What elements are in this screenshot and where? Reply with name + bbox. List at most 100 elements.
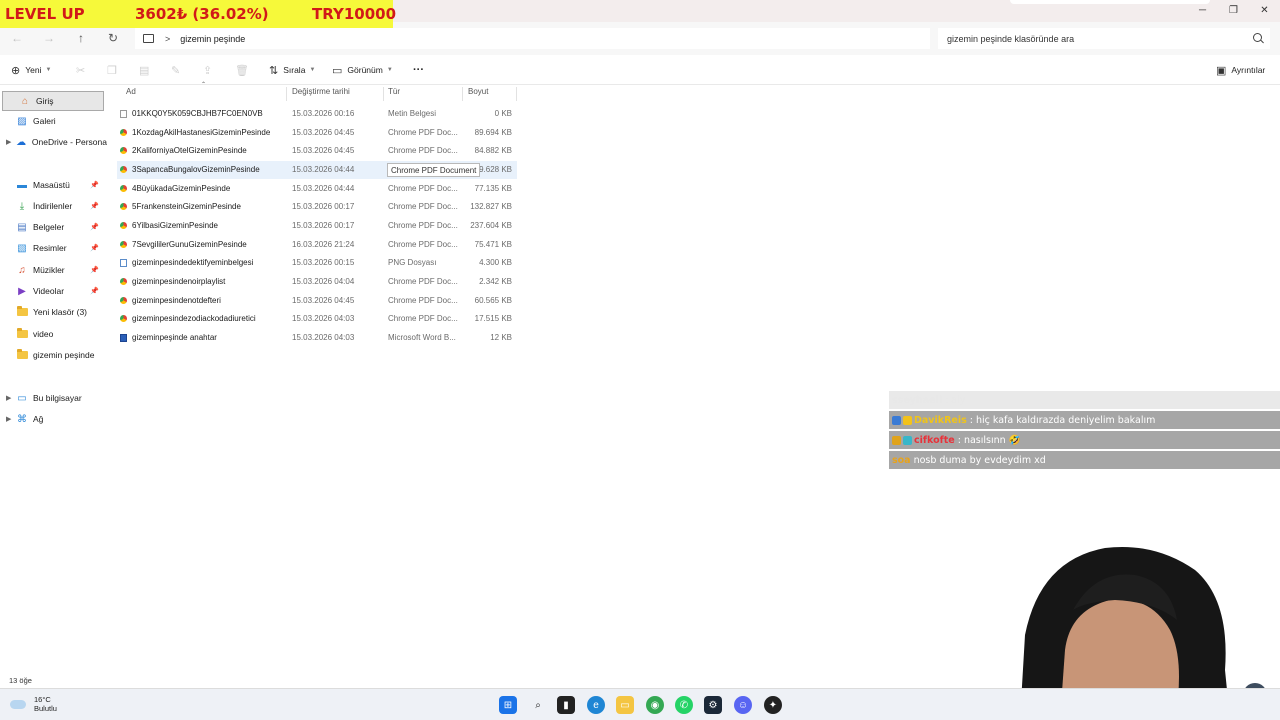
sidebar-item-label: Belgeler — [33, 222, 65, 232]
sidebar-item-new-folder-3[interactable]: Yeni klasör (3) — [0, 302, 107, 322]
sidebar-item-gallery[interactable]: ▨ Galeri — [0, 111, 107, 131]
file-row[interactable]: 01KKQ0Y5K059CBJHB7FC0EN0VB 15.03.2026 00:… — [117, 105, 517, 123]
file-name: 2KaliforniyaOtelGizeminPesinde — [132, 146, 247, 155]
file-row[interactable]: 5FrankensteinGizeminPesinde 15.03.2026 00… — [117, 198, 517, 216]
share-icon[interactable]: ⇪ — [203, 63, 212, 77]
chat-message: sseyhaell : aly — [889, 391, 1280, 409]
search-icon[interactable]: ⌕ — [529, 696, 547, 714]
sidebar-item-home[interactable]: ⌂ Giriş — [2, 91, 104, 111]
chat-text: : hiç kafa kaldırazda deniyelim bakalım — [969, 414, 1156, 426]
chat-username: sseyhaell — [892, 394, 943, 406]
maximize-button[interactable]: ❐ — [1218, 0, 1249, 20]
file-row[interactable]: gizeminpesindedektifyeminbelgesi 15.03.20… — [117, 254, 517, 272]
sidebar-item-desktop[interactable]: ▬ Masaüstü 📌 — [0, 175, 107, 195]
sidebar-item-network[interactable]: ▶ ⌘ Ağ — [0, 409, 107, 429]
refresh-button[interactable]: ↻ — [105, 30, 121, 46]
back-button[interactable]: ← — [9, 30, 25, 46]
new-button[interactable]: ⊕ Yeni ▼ — [11, 63, 51, 77]
sidebar-item-this-pc[interactable]: ▶ ▭ Bu bilgisayar — [0, 388, 107, 408]
column-divider[interactable] — [462, 87, 463, 101]
expand-chevron-icon[interactable]: ▶ — [6, 415, 16, 423]
stream-goal-banner: LEVEL UP 3602₺ (36.02%) TRY10000 — [0, 0, 396, 28]
sidebar-item-pictures[interactable]: ▧ Resimler 📌 — [0, 238, 107, 258]
column-header-modified[interactable]: Değiştirme tarihi — [292, 87, 350, 101]
file-date: 15.03.2026 04:44 — [292, 184, 355, 193]
sidebar-item-music[interactable]: ♫ Müzikler 📌 — [0, 260, 107, 280]
column-divider[interactable] — [286, 87, 287, 101]
column-divider[interactable] — [516, 87, 517, 101]
column-header-name[interactable]: Ad — [126, 87, 136, 101]
view-label: Görünüm — [347, 65, 383, 75]
navigation-pane: ⌂ Giriş ▨ Galeri ▶ ☁ OneDrive - Persona … — [0, 86, 107, 671]
sidebar-item-gizemin-pesinde[interactable]: gizemin peşinde — [0, 345, 107, 365]
forward-button[interactable]: → — [41, 30, 57, 46]
details-button[interactable]: ▣ Ayrıntılar — [1216, 63, 1265, 77]
task-view-icon[interactable]: ▮ — [557, 696, 575, 714]
sidebar-item-video[interactable]: video — [0, 324, 107, 344]
file-row[interactable]: 1KozdagAkilHastanesiGizeminPesinde 15.03.… — [117, 124, 517, 142]
chrome-pdf-icon — [120, 278, 127, 285]
chrome-icon[interactable]: ◉ — [646, 696, 664, 714]
up-button[interactable]: ↑ — [73, 30, 89, 46]
file-type: Microsoft Word B... — [388, 333, 456, 342]
view-button[interactable]: ▭ Görünüm ▼ — [332, 63, 393, 77]
file-row[interactable]: 7SevgililerGunuGizeminPesinde 16.03.2026 … — [117, 236, 517, 254]
search-icon — [1253, 33, 1262, 42]
edge-icon[interactable]: e — [587, 696, 605, 714]
pin-icon: 📌 — [90, 267, 99, 274]
app-icon[interactable]: ✦ — [764, 696, 782, 714]
sort-button[interactable]: ⇅ Sırala ▼ — [269, 63, 315, 77]
file-size: 2.342 KB — [479, 277, 512, 286]
more-options-button[interactable]: ··· — [413, 63, 424, 77]
chat-username: soa — [892, 454, 911, 466]
sort-label: Sırala — [283, 65, 306, 75]
breadcrumb-folder[interactable]: gizemin peşinde — [180, 34, 245, 44]
search-input[interactable]: gizemin peşinde klasöründe ara — [938, 28, 1270, 49]
chrome-pdf-icon — [120, 129, 127, 136]
file-row[interactable]: gizeminpesindenotdefteri 15.03.2026 04:45… — [117, 292, 517, 310]
column-header-size[interactable]: Boyut — [468, 87, 488, 101]
column-divider[interactable] — [383, 87, 384, 101]
paste-icon[interactable]: ▤ — [139, 63, 149, 77]
column-header-type[interactable]: Tür — [388, 87, 400, 101]
close-button[interactable]: ✕ — [1249, 0, 1280, 20]
sidebar-item-onedrive[interactable]: ▶ ☁ OneDrive - Persona — [0, 132, 107, 152]
weather-widget[interactable]: 16°C Bulutlu — [10, 695, 57, 713]
file-type: Chrome PDF Doc... — [388, 314, 458, 323]
music-icon: ♫ — [18, 264, 26, 276]
file-date: 15.03.2026 04:44 — [292, 165, 355, 174]
file-row[interactable]: 2KaliforniyaOtelGizeminPesinde 15.03.2026… — [117, 142, 517, 160]
sidebar-item-label: Masaüstü — [33, 180, 70, 190]
file-row[interactable]: 6YilbasiGizeminPesinde 15.03.2026 00:17 Ch… — [117, 217, 517, 235]
steam-icon[interactable]: ⚙ — [704, 696, 722, 714]
view-icon: ▭ — [332, 64, 343, 77]
expand-chevron-icon[interactable]: ▶ — [6, 394, 16, 402]
chrome-pdf-icon — [120, 315, 127, 322]
file-row[interactable]: gizeminpeşinde anahtar 15.03.2026 04:03 Mi… — [117, 329, 517, 347]
file-row[interactable]: 4BüyükadaGizeminPesinde 15.03.2026 04:44 C… — [117, 180, 517, 198]
copy-icon[interactable]: ❐ — [107, 63, 117, 77]
start-icon[interactable]: ⊞ — [499, 696, 517, 714]
sidebar-item-documents[interactable]: ▤ Belgeler 📌 — [0, 217, 107, 237]
breadcrumb[interactable]: > gizemin peşinde — [135, 28, 930, 49]
file-explorer-icon[interactable]: ▭ — [616, 696, 634, 714]
cut-icon[interactable]: ✂ — [76, 63, 85, 77]
weather-temp: 16°C — [34, 695, 51, 704]
minimize-button[interactable]: ─ — [1187, 0, 1218, 20]
pin-icon: 📌 — [90, 224, 99, 231]
file-row[interactable]: gizeminpesindenoirplaylist 15.03.2026 04:… — [117, 273, 517, 291]
file-type: Metin Belgesi — [388, 109, 437, 118]
weather-condition: Bulutlu — [34, 704, 57, 713]
badge-icon — [892, 415, 901, 425]
sidebar-item-downloads[interactable]: ⤓ İndirilenler 📌 — [0, 196, 107, 216]
rename-icon[interactable]: ✎ — [171, 63, 180, 77]
file-row[interactable]: gizeminpesindezodiackodadiuretici 15.03.2… — [117, 310, 517, 328]
plus-circle-icon: ⊕ — [11, 64, 21, 77]
whatsapp-icon[interactable]: ✆ — [675, 696, 693, 714]
sidebar-item-videos[interactable]: ▶ Videolar 📌 — [0, 281, 107, 301]
chat-text: : aly — [945, 394, 966, 406]
sidebar-item-label: Galeri — [33, 116, 56, 126]
expand-chevron-icon[interactable]: ▶ — [6, 138, 15, 146]
delete-icon[interactable]: 🗑 — [235, 63, 249, 77]
discord-icon[interactable]: ☺ — [734, 696, 752, 714]
